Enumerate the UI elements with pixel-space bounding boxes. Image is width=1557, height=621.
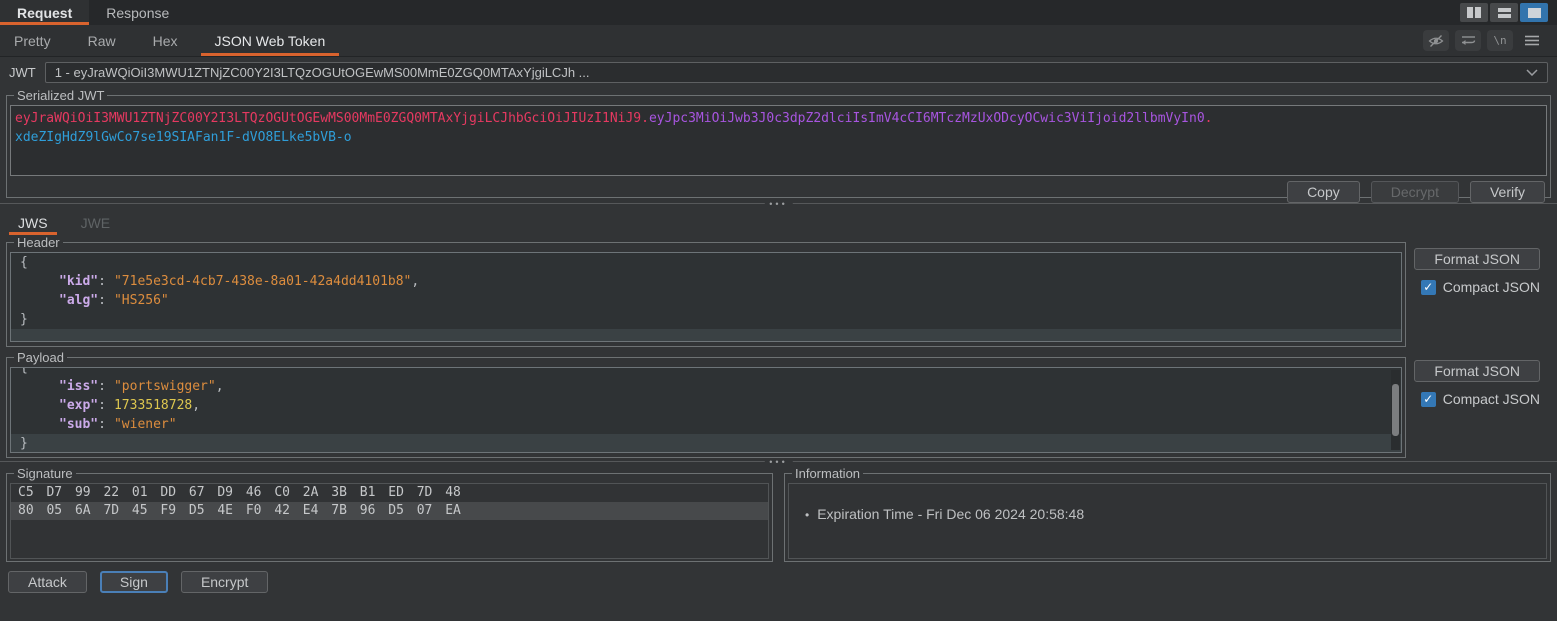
information-legend: Information [792, 466, 863, 481]
payload-scrolled-content: { "iss":"portswigger", "exp":1733518728,… [11, 367, 1401, 453]
chevron-down-icon [1526, 69, 1538, 76]
compact-json-label: Compact JSON [1443, 391, 1540, 407]
current-line-highlight: } [11, 434, 1401, 453]
bullet-icon: • [805, 508, 809, 522]
layout-view-buttons [1460, 0, 1557, 25]
tab-json-web-token[interactable]: JSON Web Token [201, 25, 340, 56]
rows-layout-icon [1498, 8, 1511, 18]
signature-hex-row-selected[interactable]: 80 05 6A 7D 45 F9 D5 4E F0 42 E4 7B 96 D… [11, 502, 768, 520]
payload-compact-json-checkbox[interactable]: ✓ Compact JSON [1421, 391, 1540, 407]
sign-button[interactable]: Sign [100, 571, 168, 593]
code-line: "exp":1733518728, [11, 396, 1401, 415]
jwt-line-1: eyJraWQiOiI3MWU1ZTNjZC00Y2I3LTQzOGUtOGEw… [15, 109, 1542, 128]
jwt-header-part: eyJraWQiOiI3MWU1ZTNjZC00Y2I3LTQzOGUtOGEw… [15, 111, 641, 126]
jwt-separator-dot: . [1205, 111, 1213, 126]
jwt-payload-part: eyJpc3MiOiJwb3J0c3dpZ2dlciIsImV4cCI6MTcz… [649, 111, 1205, 126]
signature-information-row: Signature C5 D7 99 22 01 DD 67 D9 46 C0 … [6, 466, 1551, 562]
action-button-row: Attack Sign Encrypt [0, 562, 1557, 602]
columns-layout-icon [1475, 7, 1481, 18]
jwt-selector-row: JWT 1 - eyJraWQiOiI3MWU1ZTNjZC00Y2I3LTQz… [0, 57, 1557, 88]
serialized-jwt-section: Serialized JWT eyJraWQiOiI3MWU1ZTNjZC00Y… [6, 88, 1551, 198]
serialized-jwt-editor[interactable]: eyJraWQiOiI3MWU1ZTNjZC00Y2I3LTQzOGUtOGEw… [10, 105, 1547, 176]
payload-json-editor[interactable]: { "iss":"portswigger", "exp":1733518728,… [10, 367, 1402, 453]
code-line: "kid":"71e5e3cd-4cb7-438e-8a01-42a4dd410… [11, 272, 1401, 291]
header-legend: Header [14, 235, 63, 250]
splitter-handle[interactable]: ••• [0, 458, 1557, 466]
jwt-signature-part: xdeZIgHdZ9lGwCo7se19SIAFan1F-dVO8ELke5bV… [15, 130, 352, 145]
payload-row: Payload { "iss":"portswigger", "exp":173… [0, 347, 1557, 458]
header-controls: Format JSON ✓ Compact JSON [1412, 235, 1557, 295]
layout-single-pane-button[interactable] [1520, 3, 1548, 22]
serialized-jwt-legend: Serialized JWT [14, 88, 107, 103]
signature-legend: Signature [14, 466, 76, 481]
payload-scrollbar[interactable] [1391, 370, 1400, 450]
payload-controls: Format JSON ✓ Compact JSON [1412, 347, 1557, 407]
code-line: "sub":"wiener" [11, 415, 1401, 434]
jwt-selected-value: 1 - eyJraWQiOiI3MWU1ZTNjZC00Y2I3LTQzOGUt… [55, 65, 590, 80]
jwt-editor-window: Request Response Pretty Raw Hex JSON Web… [0, 0, 1557, 621]
jwt-selector-dropdown[interactable]: 1 - eyJraWQiOiI3MWU1ZTNjZC00Y2I3LTQzOGUt… [45, 62, 1548, 83]
layout-columns-button[interactable] [1460, 3, 1488, 22]
scrollbar-thumb[interactable] [1392, 384, 1399, 436]
code-line: } [11, 310, 1401, 329]
payload-section: Payload { "iss":"portswigger", "exp":173… [6, 350, 1406, 458]
tab-jws[interactable]: JWS [9, 210, 57, 235]
editor-toolbar: \n [1423, 25, 1557, 56]
splitter-handle[interactable]: ••• [0, 198, 1557, 210]
information-list: • Expiration Time - Fri Dec 06 2024 20:5… [788, 483, 1547, 559]
tab-request[interactable]: Request [0, 0, 89, 25]
tab-raw[interactable]: Raw [74, 25, 130, 56]
header-section: Header { "kid":"71e5e3cd-4cb7-438e-8a01-… [6, 235, 1406, 347]
code-line: { [11, 253, 1401, 272]
tab-hex[interactable]: Hex [139, 25, 192, 56]
header-row: Header { "kid":"71e5e3cd-4cb7-438e-8a01-… [0, 235, 1557, 347]
current-line-highlight [11, 329, 1401, 342]
word-wrap-icon [1461, 34, 1476, 47]
soft-wrap-button[interactable] [1455, 30, 1481, 51]
signature-hex-row[interactable]: C5 D7 99 22 01 DD 67 D9 46 C0 2A 3B B1 E… [11, 484, 768, 502]
header-compact-json-checkbox[interactable]: ✓ Compact JSON [1421, 279, 1540, 295]
signature-hex-view[interactable]: C5 D7 99 22 01 DD 67 D9 46 C0 2A 3B B1 E… [10, 483, 769, 559]
single-pane-icon [1528, 8, 1541, 18]
information-section: Information • Expiration Time - Fri Dec … [784, 466, 1551, 562]
view-mode-tab-bar: Pretty Raw Hex JSON Web Token \n [0, 25, 1557, 57]
jws-jwe-tab-bar: JWS JWE [0, 210, 1557, 235]
message-tab-bar: Request Response [0, 0, 1557, 25]
attack-button[interactable]: Attack [8, 571, 87, 593]
encrypt-button[interactable]: Encrypt [181, 571, 268, 593]
hide-nonprintable-button[interactable] [1423, 30, 1449, 51]
jwt-separator-dot: . [641, 111, 649, 126]
checkbox-checked-icon: ✓ [1421, 392, 1436, 407]
splitter-grip-dots: ••• [764, 198, 792, 210]
layout-rows-button[interactable] [1490, 3, 1518, 22]
code-line: { [11, 367, 1401, 377]
information-item: • Expiration Time - Fri Dec 06 2024 20:5… [789, 484, 1546, 522]
signature-section: Signature C5 D7 99 22 01 DD 67 D9 46 C0 … [6, 466, 773, 562]
code-line: "alg":"HS256" [11, 291, 1401, 310]
columns-layout-icon [1467, 7, 1473, 18]
editor-menu-button[interactable] [1519, 30, 1545, 51]
payload-format-json-button[interactable]: Format JSON [1414, 360, 1540, 382]
show-newlines-button[interactable]: \n [1487, 30, 1513, 51]
tab-jwe[interactable]: JWE [72, 210, 120, 235]
tab-pretty[interactable]: Pretty [0, 25, 65, 56]
payload-legend: Payload [14, 350, 67, 365]
header-json-editor[interactable]: { "kid":"71e5e3cd-4cb7-438e-8a01-42a4dd4… [10, 252, 1402, 342]
hamburger-menu-icon [1525, 35, 1539, 46]
newline-icon: \n [1493, 34, 1506, 47]
expiration-time-text: Expiration Time - Fri Dec 06 2024 20:58:… [817, 506, 1084, 522]
checkbox-checked-icon: ✓ [1421, 280, 1436, 295]
code-line: "iss":"portswigger", [11, 377, 1401, 396]
tab-response[interactable]: Response [89, 0, 186, 25]
splitter-grip-dots: ••• [764, 458, 792, 466]
compact-json-label: Compact JSON [1443, 279, 1540, 295]
jwt-line-2: xdeZIgHdZ9lGwCo7se19SIAFan1F-dVO8ELke5bV… [15, 128, 1542, 147]
header-format-json-button[interactable]: Format JSON [1414, 248, 1540, 270]
eye-off-icon [1428, 34, 1444, 48]
jwt-label: JWT [9, 65, 36, 80]
